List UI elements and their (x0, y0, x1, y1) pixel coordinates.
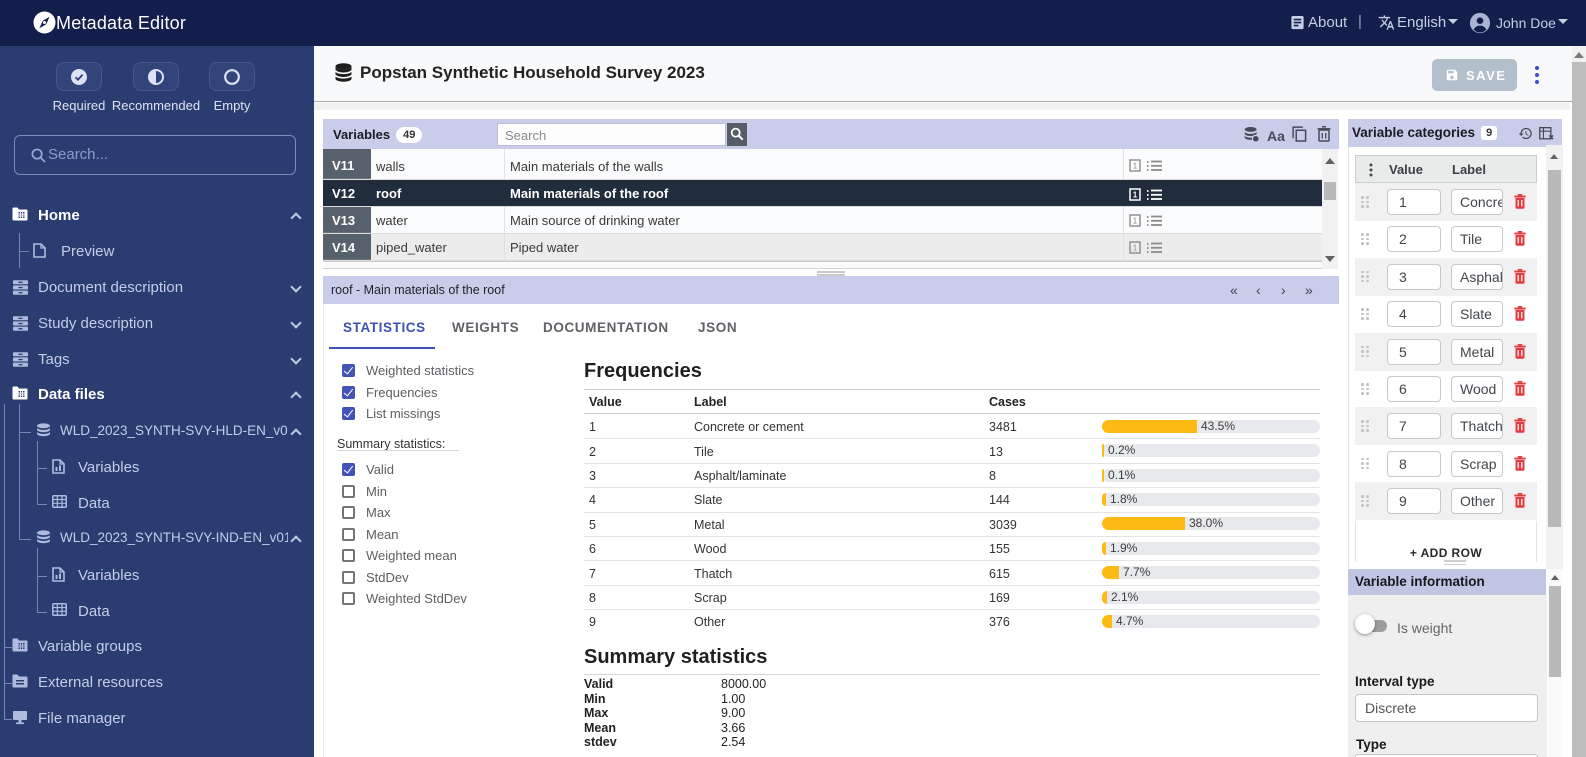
svg-text:1: 1 (1133, 162, 1138, 171)
svg-text:1: 1 (1133, 217, 1138, 226)
svg-text:1: 1 (1133, 191, 1138, 200)
svg-text:1: 1 (1133, 244, 1138, 253)
